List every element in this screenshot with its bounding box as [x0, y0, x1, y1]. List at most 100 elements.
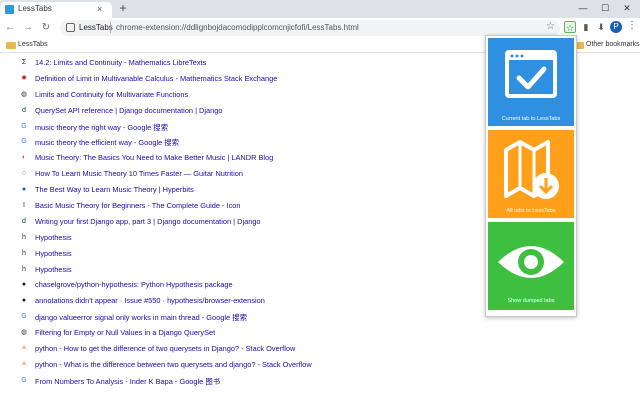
- omnibox-site-label: LessTabs: [79, 23, 113, 32]
- list-item[interactable]: d QuerySet API reference | Django documen…: [20, 104, 480, 120]
- omnibox-separator: [110, 22, 111, 33]
- saved-link[interactable]: From Numbers To Analysis - Inder K Bapa …: [35, 376, 220, 387]
- list-item[interactable]: ≡ python - What is the difference between…: [20, 358, 480, 374]
- google-icon: G: [21, 122, 27, 130]
- reload-icon[interactable]: ↻: [40, 22, 52, 34]
- extension-page-icon: [66, 23, 75, 32]
- maximize-button[interactable]: ☐: [594, 0, 616, 18]
- saved-link[interactable]: annotations didn't appear · Issue #550 ·…: [35, 296, 265, 305]
- saved-links-list: Σ 14.2: Limits and Continuity - Mathemati…: [20, 56, 480, 390]
- landr-icon: ◐: [21, 154, 27, 162]
- saved-link[interactable]: Writing your first Django app, part 3 | …: [35, 217, 261, 226]
- stackoverflow-icon: ≡: [21, 360, 27, 368]
- github-icon: ●: [21, 297, 27, 305]
- tab-close-icon[interactable]: ×: [97, 3, 102, 15]
- lesstabs-favicon-icon: [5, 5, 14, 14]
- map-download-icon: [504, 140, 559, 199]
- menu-dots-icon[interactable]: ⋮: [627, 20, 637, 32]
- list-item[interactable]: h Hypothesis: [20, 263, 480, 279]
- github-icon: ●: [21, 281, 27, 289]
- minimize-button[interactable]: —: [572, 0, 594, 18]
- globe-icon: ◍: [20, 329, 28, 337]
- list-item[interactable]: ◐ Music Theory: The Basics You Need to Ma…: [20, 151, 480, 167]
- tab-lesstabs[interactable]: LessTabs ×: [0, 2, 112, 18]
- saved-link[interactable]: Basic Music Theory for Beginners - The C…: [35, 201, 241, 210]
- bookmark-star-icon[interactable]: ☆: [546, 21, 555, 32]
- back-arrow-icon[interactable]: ←: [4, 22, 16, 34]
- sigma-icon: Σ: [21, 59, 27, 66]
- saved-link[interactable]: Hypothesis: [35, 249, 72, 258]
- hyperbits-icon: ●: [21, 186, 27, 194]
- saved-link[interactable]: python - How to get the difference of tw…: [35, 344, 295, 353]
- forward-arrow-icon[interactable]: →: [22, 22, 34, 34]
- tab-strip: LessTabs × + — ☐ ✕: [0, 0, 640, 18]
- lesstabs-popup: Current tab to LessTabs All tabs to Less…: [485, 35, 577, 317]
- list-item[interactable]: I Basic Music Theory for Beginners - The …: [20, 199, 480, 215]
- saved-link[interactable]: Definition of Limit in Multivariable Cal…: [35, 74, 277, 83]
- list-item[interactable]: ≡ python - How to get the difference of t…: [20, 342, 480, 358]
- circle-icon: ○: [21, 170, 27, 178]
- google-icon: G: [21, 138, 27, 146]
- window-check-icon: [505, 50, 557, 98]
- all-tabs-button[interactable]: All tabs to LessTabs: [488, 130, 574, 218]
- saved-link[interactable]: Hypothesis: [35, 233, 72, 242]
- new-tab-button[interactable]: +: [117, 2, 129, 14]
- download-icon[interactable]: ⬇: [595, 21, 607, 33]
- saved-link[interactable]: music theory the efficient way - Google …: [35, 137, 179, 148]
- list-item[interactable]: G From Numbers To Analysis - Inder K Bapa…: [20, 374, 480, 390]
- saved-link[interactable]: django valueerror signal only works in m…: [35, 312, 247, 323]
- saved-link[interactable]: How To Learn Music Theory 10 Times Faste…: [35, 169, 243, 178]
- list-item[interactable]: Gdjango valueerror signal only works in …: [20, 310, 480, 326]
- list-item[interactable]: ◍ Limits and Continuity for Multivariate …: [20, 88, 480, 104]
- list-item[interactable]: ● chaselgrove/python-hypothesis: Python H…: [20, 278, 480, 294]
- hypothesis-icon: h: [22, 249, 26, 257]
- saved-link[interactable]: 14.2: Limits and Continuity - Mathematic…: [35, 58, 206, 67]
- math-se-icon: ✹: [21, 74, 27, 82]
- saved-link[interactable]: Filtering for Empty or Null Values in a …: [35, 328, 215, 337]
- list-item[interactable]: ○ How To Learn Music Theory 10 Times Fast…: [20, 167, 480, 183]
- icon-site-icon: I: [23, 202, 25, 210]
- profile-avatar[interactable]: P: [610, 21, 622, 33]
- all-tabs-label: All tabs to LessTabs: [506, 208, 556, 214]
- lesstabs-extension-icon[interactable]: ☆: [564, 21, 576, 33]
- eye-icon: [498, 246, 564, 278]
- close-window-button[interactable]: ✕: [616, 0, 638, 18]
- hypothesis-icon: h: [22, 265, 26, 273]
- saved-link[interactable]: Limits and Continuity for Multivariate F…: [35, 90, 188, 99]
- folder-icon: [6, 42, 16, 49]
- list-item[interactable]: Gmusic theory the efficient way - Google…: [20, 135, 480, 151]
- saved-link[interactable]: Hypothesis: [35, 265, 72, 274]
- django-icon: d: [22, 106, 26, 114]
- saved-link[interactable]: The Best Way to Learn Music Theory | Hyp…: [35, 185, 194, 194]
- current-tab-button[interactable]: Current tab to LessTabs: [488, 38, 574, 126]
- saved-link[interactable]: python - What is the difference between …: [35, 360, 312, 369]
- hypothesis-icon: h: [22, 233, 26, 241]
- stackoverflow-icon: ≡: [21, 345, 27, 353]
- current-tab-label: Current tab to LessTabs: [501, 116, 561, 122]
- saved-link[interactable]: Music Theory: The Basics You Need to Mak…: [35, 153, 273, 162]
- extension-icon[interactable]: ▮: [580, 21, 592, 33]
- omnibox-url[interactable]: chrome-extension://ddlignbojdacomodipplc…: [116, 23, 359, 32]
- show-dumped-label: Show dumped tabs: [507, 298, 555, 304]
- list-item[interactable]: ● annotations didn't appear · Issue #550 …: [20, 294, 480, 310]
- django-icon: d: [22, 217, 26, 225]
- saved-link[interactable]: QuerySet API reference | Django document…: [35, 106, 222, 115]
- globe-icon: ◍: [20, 90, 28, 98]
- bookmark-lesstabs[interactable]: LessTabs: [18, 41, 48, 48]
- list-item[interactable]: h Hypothesis: [20, 231, 480, 247]
- list-item[interactable]: Σ 14.2: Limits and Continuity - Mathemati…: [20, 56, 480, 72]
- list-item[interactable]: ◍ Filtering for Empty or Null Values in a…: [20, 326, 480, 342]
- address-bar[interactable]: LessTabs chrome-extension://ddlignbojdac…: [60, 20, 560, 36]
- show-dumped-button[interactable]: Show dumped tabs: [488, 222, 574, 310]
- saved-link[interactable]: music theory the right way - Google 搜索: [35, 122, 168, 133]
- google-icon: G: [21, 313, 27, 321]
- saved-link[interactable]: chaselgrove/python-hypothesis: Python Hy…: [35, 280, 233, 289]
- tab-title: LessTabs: [18, 4, 52, 13]
- list-item[interactable]: d Writing your first Django app, part 3 |…: [20, 215, 480, 231]
- google-icon: G: [21, 376, 27, 384]
- list-item[interactable]: h Hypothesis: [20, 247, 480, 263]
- other-bookmarks[interactable]: Other bookmarks: [586, 41, 640, 48]
- list-item[interactable]: ✹ Definition of Limit in Multivariable Ca…: [20, 72, 480, 88]
- list-item[interactable]: Gmusic theory the right way - Google 搜索: [20, 120, 480, 136]
- list-item[interactable]: ● The Best Way to Learn Music Theory | Hy…: [20, 183, 480, 199]
